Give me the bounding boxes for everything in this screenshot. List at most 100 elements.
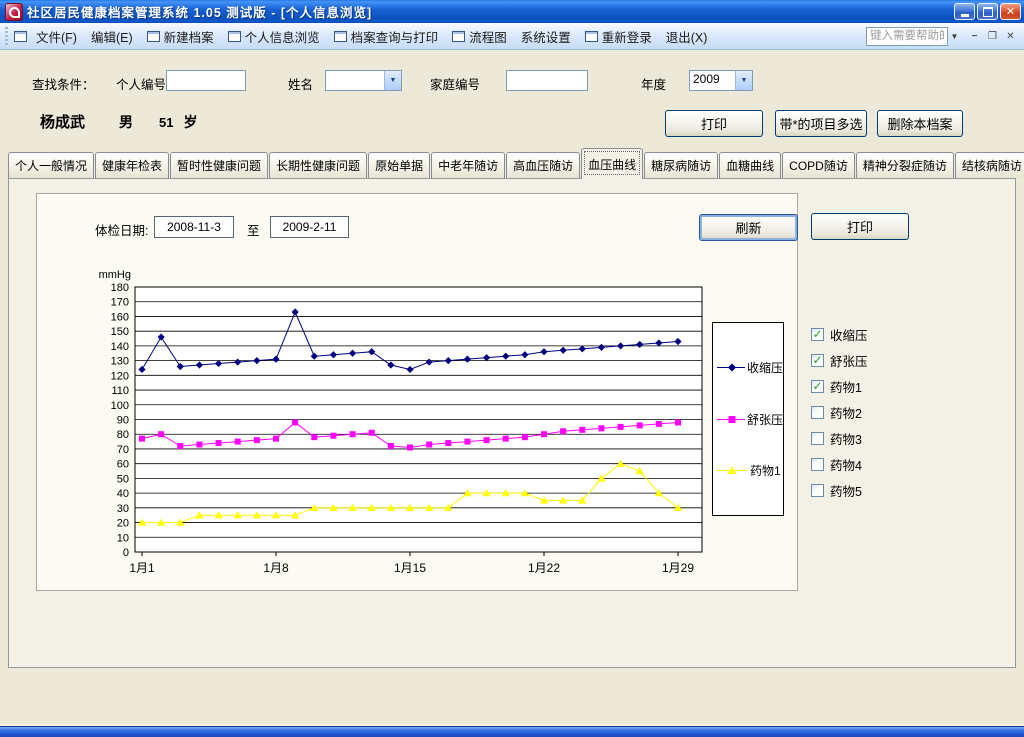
svg-text:120: 120: [111, 370, 129, 382]
tab-6[interactable]: 高血压随访: [506, 152, 580, 178]
multi-select-button[interactable]: 带*的项目多选: [775, 110, 867, 137]
checkbox-checked-icon[interactable]: ✓: [811, 380, 824, 393]
blood-pressure-curve-page: 体检日期: 至 刷新 01020304050607080901001101201…: [8, 178, 1016, 668]
tab-3[interactable]: 长期性健康问题: [269, 152, 367, 178]
form-icon: [147, 31, 160, 42]
help-search-input[interactable]: [866, 27, 948, 46]
series-checkbox-3[interactable]: 药物2: [811, 399, 868, 425]
patient-age-unit: 岁: [183, 112, 197, 132]
blood-pressure-chart: 0102030405060708090100110120130140150160…: [37, 194, 799, 592]
checkbox-unchecked-icon[interactable]: [811, 484, 824, 497]
print-button[interactable]: 打印: [665, 110, 763, 137]
menu-item-8[interactable]: 退出(X): [659, 25, 715, 48]
tab-2[interactable]: 暂时性健康问题: [170, 152, 268, 178]
tab-label: 糖尿病随访: [651, 157, 711, 174]
legend-item-0: 收缩压: [713, 359, 783, 376]
patient-age: 51: [159, 115, 173, 130]
menu-item-label: 重新登录: [602, 27, 652, 46]
tab-4[interactable]: 原始单据: [368, 152, 430, 178]
delete-record-button[interactable]: 删除本档案: [877, 110, 963, 137]
svg-text:180: 180: [111, 282, 129, 294]
window-title: 社区居民健康档案管理系统 1.05 测试版 - [个人信息浏览]: [27, 2, 954, 21]
series-checkbox-label: 收缩压: [830, 325, 868, 344]
tab-label: 高血压随访: [513, 157, 573, 174]
tab-0[interactable]: 个人一般情况: [8, 152, 94, 178]
tab-label: 原始单据: [375, 157, 423, 174]
legend-item-2: 药物1: [713, 462, 783, 479]
legend-marker-icon: [716, 362, 745, 373]
svg-text:60: 60: [117, 459, 129, 471]
svg-text:150: 150: [111, 326, 129, 338]
close-button[interactable]: ✕: [1000, 3, 1021, 20]
series-checkbox-0[interactable]: ✓ 收缩压: [811, 321, 868, 347]
help-dropdown-icon[interactable]: ▼: [948, 27, 961, 46]
minimize-button[interactable]: [954, 3, 975, 20]
name-select[interactable]: ▼: [325, 70, 402, 91]
menu-item-7[interactable]: 重新登录: [578, 25, 659, 48]
series-checkbox-2[interactable]: ✓ 药物1: [811, 373, 868, 399]
legend-label: 药物1: [750, 462, 781, 479]
menu-item-label: 档案查询与打印: [351, 27, 439, 46]
chevron-down-icon[interactable]: ▼: [735, 71, 752, 90]
form-icon: [585, 31, 598, 42]
chevron-down-icon[interactable]: ▼: [384, 71, 401, 90]
series-checkbox-6[interactable]: 药物5: [811, 477, 868, 503]
checkbox-unchecked-icon[interactable]: [811, 458, 824, 471]
mdi-restore-button[interactable]: ❐: [985, 29, 1000, 43]
tab-12[interactable]: 结核病随访: [955, 152, 1024, 178]
tab-10[interactable]: COPD随访: [782, 152, 855, 178]
checkbox-checked-icon[interactable]: ✓: [811, 328, 824, 341]
tab-8[interactable]: 糖尿病随访: [644, 152, 718, 178]
menu-item-0[interactable]: 文件(F): [29, 25, 84, 48]
mdi-minimize-button[interactable]: −: [967, 29, 982, 43]
menu-item-4[interactable]: 档案查询与打印: [327, 25, 446, 48]
name-label: 姓名: [288, 74, 313, 93]
year-label: 年度: [641, 74, 666, 93]
tab-5[interactable]: 中老年随访: [431, 152, 505, 178]
svg-text:160: 160: [111, 311, 129, 323]
menu-item-5[interactable]: 流程图: [445, 25, 514, 48]
series-toggle-list: ✓收缩压✓舒张压✓药物1药物2药物3药物4药物5: [811, 321, 868, 503]
svg-text:90: 90: [117, 415, 129, 427]
svg-text:1月22: 1月22: [528, 561, 560, 575]
tab-1[interactable]: 健康年检表: [95, 152, 169, 178]
menu-item-6[interactable]: 系统设置: [514, 25, 578, 48]
svg-text:100: 100: [111, 400, 129, 412]
year-select[interactable]: 2009 ▼: [689, 70, 753, 91]
svg-text:130: 130: [111, 356, 129, 368]
menu-item-label: 个人信息浏览: [245, 27, 320, 46]
tab-7[interactable]: 血压曲线: [581, 148, 643, 179]
series-checkbox-1[interactable]: ✓舒张压: [811, 347, 868, 373]
checkbox-unchecked-icon[interactable]: [811, 406, 824, 419]
taskbar[interactable]: [0, 726, 1024, 737]
series-checkbox-4[interactable]: 药物3: [811, 425, 868, 451]
tab-9[interactable]: 血糖曲线: [719, 152, 781, 178]
tab-label: 个人一般情况: [15, 157, 87, 174]
menu-item-2[interactable]: 新建档案: [140, 25, 221, 48]
checkbox-unchecked-icon[interactable]: [811, 432, 824, 445]
mdi-close-button[interactable]: ✕: [1003, 29, 1018, 43]
panel-print-button[interactable]: 打印: [811, 213, 909, 240]
series-checkbox-label: 药物1: [830, 377, 862, 396]
restore-button[interactable]: [977, 3, 998, 20]
tab-strip: 个人一般情况健康年检表暂时性健康问题长期性健康问题原始单据中老年随访高血压随访血…: [8, 147, 1018, 178]
family-id-input[interactable]: [506, 70, 588, 91]
patient-name: 杨成武: [40, 111, 85, 132]
tab-11[interactable]: 精神分裂症随访: [856, 152, 954, 178]
help-search-combo: ▼: [866, 27, 961, 46]
checkbox-checked-icon[interactable]: ✓: [811, 354, 824, 367]
menu-item-3[interactable]: 个人信息浏览: [221, 25, 327, 48]
menu-item-1[interactable]: 编辑(E): [84, 25, 140, 48]
tab-label: 血压曲线: [588, 156, 636, 173]
legend-label: 收缩压: [747, 359, 783, 376]
series-checkbox-5[interactable]: 药物4: [811, 451, 868, 477]
personal-id-input[interactable]: [166, 70, 246, 91]
form-icon: [452, 31, 465, 42]
tab-label: 长期性健康问题: [276, 157, 360, 174]
toolbar-grip-icon[interactable]: [5, 27, 8, 46]
tab-label: 中老年随访: [438, 157, 498, 174]
svg-text:mmHg: mmHg: [99, 269, 131, 281]
menu-item-label: 退出(X): [666, 27, 708, 46]
legend-marker-icon: [716, 465, 748, 476]
svg-text:170: 170: [111, 297, 129, 309]
